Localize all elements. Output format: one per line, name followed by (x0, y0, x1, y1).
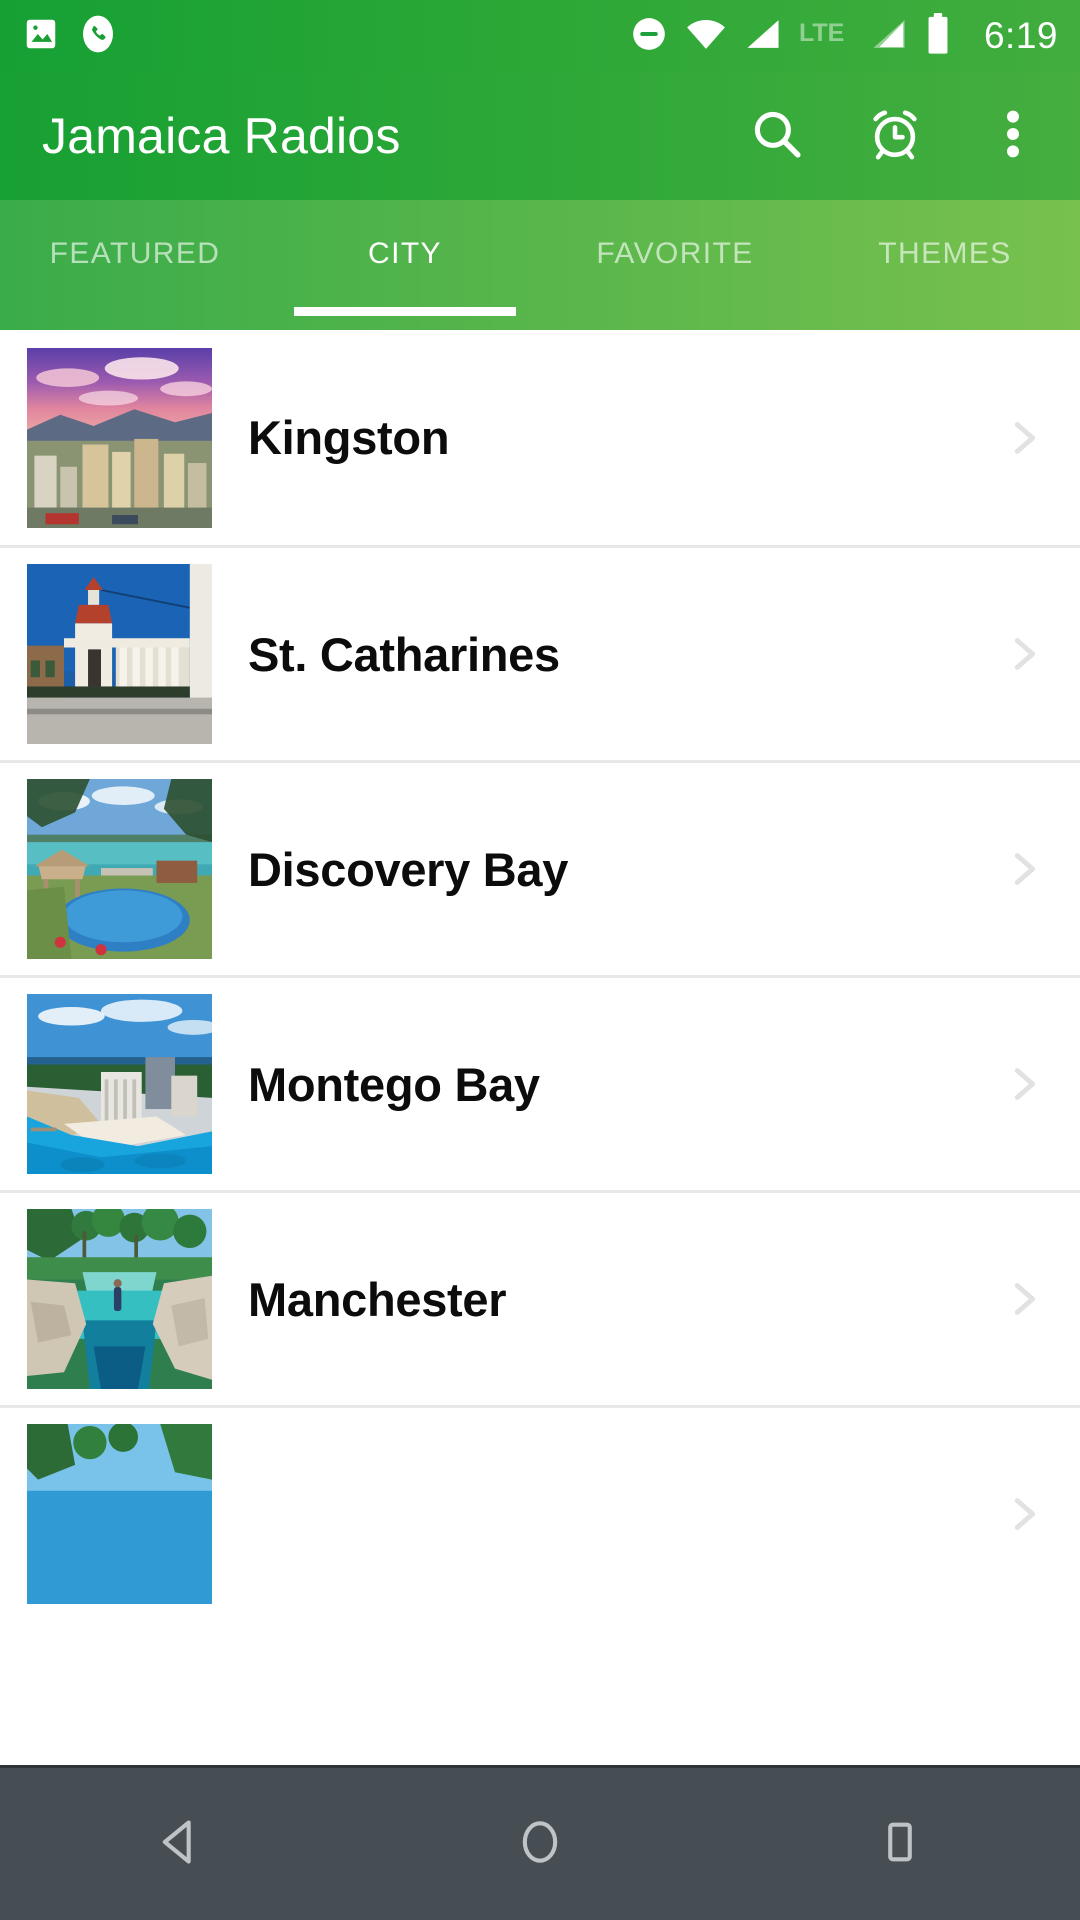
toolbar-actions (738, 97, 1052, 175)
list-item[interactable]: Manchester (0, 1190, 1080, 1405)
overflow-menu-button[interactable] (974, 97, 1052, 175)
city-thumbnail (27, 994, 212, 1174)
list-item[interactable]: Montego Bay (0, 975, 1080, 1190)
city-name: St. Catharines (248, 627, 560, 681)
battery-icon (925, 12, 951, 60)
nav-back-button[interactable] (110, 1768, 250, 1920)
city-name: Discovery Bay (248, 842, 569, 896)
city-thumbnail (27, 1424, 212, 1604)
search-button[interactable] (738, 97, 816, 175)
nav-recents-button[interactable] (830, 1768, 970, 1920)
tab-themes-label: THEMES (878, 237, 1012, 270)
status-bar: LTE 6:19 (0, 0, 1080, 72)
image-icon (22, 15, 60, 58)
chevron-right-icon (1000, 1491, 1046, 1537)
status-bar-left-icons (22, 14, 118, 59)
chevron-right-icon (1000, 1276, 1046, 1322)
wifi-icon (685, 16, 727, 57)
chevron-right-icon (1000, 846, 1046, 892)
lte-label: LTE (799, 19, 853, 54)
city-thumbnail (27, 1209, 212, 1389)
do-not-disturb-icon (630, 15, 668, 58)
tab-favorite[interactable]: FAVORITE (540, 200, 810, 330)
tab-themes[interactable]: THEMES (810, 200, 1080, 330)
chevron-right-icon (1000, 415, 1046, 461)
signal-icon-1 (744, 16, 782, 57)
search-icon (748, 105, 806, 168)
city-list[interactable]: Kingston St. Catharines Discovery Bay Mo… (0, 330, 1080, 1765)
status-bar-clock: 6:19 (983, 15, 1058, 56)
status-bar-right-icons: LTE 6:19 (630, 12, 1058, 60)
app-toolbar: Jamaica Radios (0, 72, 1080, 200)
app-title: Jamaica Radios (42, 108, 401, 164)
more-vertical-icon (989, 105, 1037, 168)
app-screen: LTE 6:19 Jamaica Radios FEATURED CITY FA… (0, 0, 1080, 1920)
city-thumbnail (27, 779, 212, 959)
signal-icon-2 (870, 16, 908, 57)
list-item[interactable]: Discovery Bay (0, 760, 1080, 975)
tab-city[interactable]: CITY (270, 200, 540, 330)
missed-call-icon (78, 14, 118, 59)
home-circle-icon (514, 1816, 566, 1873)
list-item[interactable]: Kingston (0, 330, 1080, 545)
list-item[interactable]: St. Catharines (0, 545, 1080, 760)
tab-city-label: CITY (368, 237, 442, 270)
city-name: Montego Bay (248, 1057, 540, 1111)
tab-indicator (294, 307, 516, 316)
city-name: Kingston (248, 411, 450, 464)
list-item[interactable] (0, 1405, 1080, 1620)
tab-favorite-label: FAVORITE (596, 237, 754, 270)
tab-featured-label: FEATURED (49, 237, 221, 270)
city-thumbnail (27, 564, 212, 744)
city-name: Manchester (248, 1272, 507, 1326)
tab-featured[interactable]: FEATURED (0, 200, 270, 330)
alarm-clock-icon (866, 105, 924, 168)
tab-bar: FEATURED CITY FAVORITE THEMES (0, 200, 1080, 330)
nav-home-button[interactable] (470, 1768, 610, 1920)
sleep-timer-button[interactable] (856, 97, 934, 175)
android-navigation-bar (0, 1765, 1080, 1920)
chevron-right-icon (1000, 631, 1046, 677)
chevron-right-icon (1000, 1061, 1046, 1107)
svg-text:LTE: LTE (799, 19, 844, 47)
city-thumbnail (27, 347, 212, 528)
back-triangle-icon (154, 1816, 206, 1873)
recents-square-icon (874, 1816, 926, 1873)
